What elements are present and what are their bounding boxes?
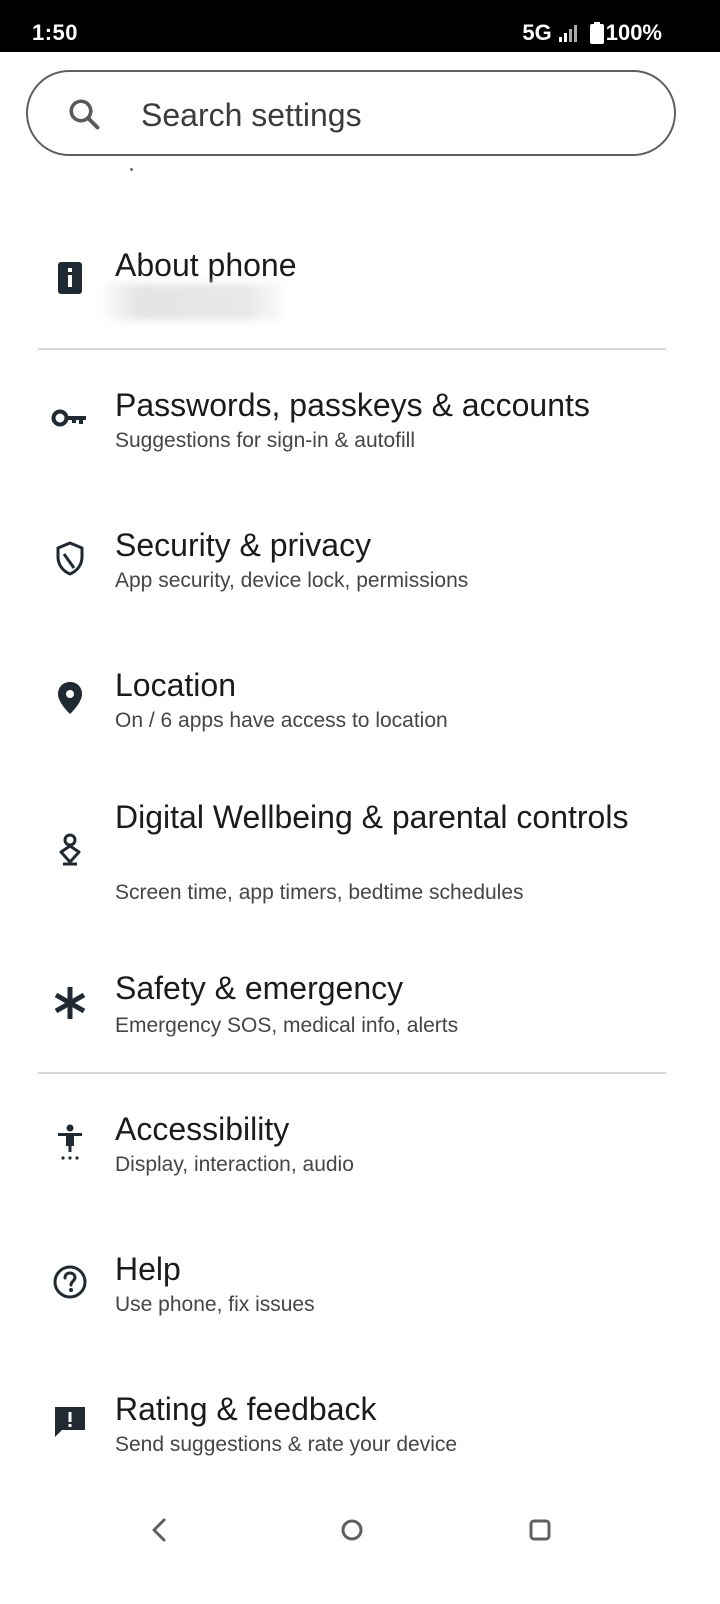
status-time: 1:50 xyxy=(32,20,79,45)
settings-item-subtitle: Screen time, app timers, bedtime schedul… xyxy=(115,881,524,904)
settings-item-title: Passwords, passkeys & accounts xyxy=(115,387,590,423)
home-icon[interactable] xyxy=(330,1508,374,1552)
search-icon xyxy=(69,99,100,130)
search-bar[interactable]: Search settings xyxy=(26,70,676,156)
settings-item-title: About phone xyxy=(115,247,297,283)
settings-item-location[interactable]: Location On / 6 apps have access to loca… xyxy=(0,650,720,770)
signal-icon xyxy=(558,25,577,42)
settings-item-subtitle: On / 6 apps have access to location xyxy=(115,709,448,732)
settings-item-title: Accessibility xyxy=(115,1111,290,1147)
settings-item-security-privacy[interactable]: Security & privacy App security, device … xyxy=(0,510,720,630)
recents-icon[interactable] xyxy=(518,1508,562,1552)
settings-item-subtitle: Send suggestions & rate your device xyxy=(115,1433,458,1456)
settings-item-title: Help xyxy=(115,1251,181,1287)
settings-item-subtitle: App security, device lock, permissions xyxy=(115,569,469,592)
settings-item-help[interactable]: Help Use phone, fix issues xyxy=(0,1234,720,1354)
search-input[interactable]: Search settings xyxy=(141,96,362,134)
settings-item-safety-emergency[interactable]: Safety & emergency Emergency SOS, medica… xyxy=(0,955,720,1065)
scroll-remnant xyxy=(130,168,133,171)
settings-item-title: Security & privacy xyxy=(115,527,372,563)
settings-item-subtitle: Emergency SOS, medical info, alerts xyxy=(115,1014,459,1037)
accessibility-icon xyxy=(58,1124,82,1160)
settings-item-title: Safety & emergency xyxy=(115,970,404,1006)
feedback-icon xyxy=(55,1407,85,1437)
navigation-bar xyxy=(0,1490,720,1570)
location-pin-icon xyxy=(58,682,82,714)
settings-item-subtitle: Use phone, fix issues xyxy=(115,1293,315,1316)
divider xyxy=(38,348,666,350)
network-type: 5G xyxy=(522,20,552,45)
settings-item-subtitle: Suggestions for sign-in & autofill xyxy=(115,429,415,452)
info-icon xyxy=(58,262,82,294)
settings-item-accessibility[interactable]: Accessibility Display, interaction, audi… xyxy=(0,1094,720,1214)
asterisk-icon xyxy=(54,987,86,1019)
status-bar: 1:50 5G 100% xyxy=(0,0,720,52)
settings-item-title: Location xyxy=(115,667,236,703)
settings-item-subtitle: Display, interaction, audio xyxy=(115,1153,354,1176)
settings-item-title: Rating & feedback xyxy=(115,1391,377,1427)
battery-icon xyxy=(589,22,604,44)
key-icon xyxy=(51,409,86,427)
help-icon xyxy=(53,1265,87,1299)
settings-item-passwords[interactable]: Passwords, passkeys & accounts Suggestio… xyxy=(0,370,720,490)
status-indicators: 5G 100% xyxy=(522,20,662,46)
redacted-subtitle xyxy=(104,284,282,320)
divider xyxy=(38,1072,666,1074)
wellbeing-icon xyxy=(59,833,81,866)
settings-item-title: Digital Wellbeing & parental controls xyxy=(115,799,629,835)
settings-item-digital-wellbeing[interactable]: Digital Wellbeing & parental controls Sc… xyxy=(0,784,720,934)
settings-item-rating-feedback[interactable]: Rating & feedback Send suggestions & rat… xyxy=(0,1374,720,1484)
shield-icon xyxy=(56,541,84,576)
back-icon[interactable] xyxy=(138,1508,182,1552)
battery-level: 100% xyxy=(605,20,662,45)
